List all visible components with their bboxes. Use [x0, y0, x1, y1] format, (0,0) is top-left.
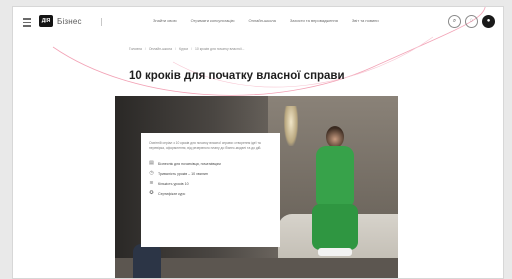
- nav-item-news[interactable]: Звіт та новини: [352, 18, 379, 23]
- breadcrumb-online-school[interactable]: Онлайн-школа: [149, 47, 172, 51]
- nav-item-consultation[interactable]: Отримати консультацію: [191, 18, 235, 23]
- site-header: ДІЯ Бізнес Знайти свою Отримати консульт…: [13, 7, 503, 39]
- hero-guest-figure: [133, 244, 161, 278]
- course-detail-certificate: ✪ Сертифікат курс: [149, 191, 272, 196]
- course-details-list: ▤ Бізнеснік для початківця, початківцям …: [149, 161, 272, 196]
- nav-item-protection[interactable]: Захисти та впровадження: [290, 18, 338, 23]
- clock-icon: ◷: [149, 170, 154, 176]
- course-detail-label: Сертифікат курс: [158, 191, 186, 196]
- main-nav: Знайти свою Отримати консультацію Онлайн…: [153, 18, 379, 23]
- breadcrumb-separator: /: [175, 47, 176, 51]
- page-title: 10 кроків для початку власної справи: [129, 70, 345, 82]
- course-info-card: Освітній серіал з 10 кроків для початку …: [141, 133, 280, 247]
- book-icon: ▤: [149, 160, 154, 166]
- course-detail-label: Кількість уроків 10: [158, 181, 189, 186]
- browser-page: ДІЯ Бізнес Знайти свою Отримати консульт…: [12, 6, 504, 279]
- breadcrumb-home[interactable]: Головна: [129, 47, 142, 51]
- course-detail-label: Тривалість уроків – 10 хвилин: [158, 171, 208, 176]
- hero-lamp: [284, 106, 298, 146]
- breadcrumb: Головна / Онлайн-школа / Курси / 10 крок…: [129, 47, 244, 51]
- search-icon[interactable]: ⌕: [448, 15, 461, 28]
- certificate-icon: ✪: [149, 190, 154, 196]
- breadcrumb-separator: /: [191, 47, 193, 51]
- nav-item-find[interactable]: Знайти свою: [153, 18, 177, 23]
- course-detail-lessons: ≋ Кількість уроків 10: [149, 181, 272, 186]
- globe-icon[interactable]: ◌: [465, 15, 478, 28]
- course-detail-label: Бізнеснік для початківця, початківцям: [158, 161, 221, 166]
- breadcrumb-separator: /: [144, 47, 146, 51]
- hero-speaker-figure: [312, 126, 358, 258]
- user-icon[interactable]: ●: [482, 15, 495, 28]
- logo-text[interactable]: Бізнес: [57, 17, 82, 26]
- menu-icon[interactable]: [23, 18, 31, 27]
- layers-icon: ≋: [149, 180, 154, 186]
- course-description: Освітній серіал з 10 кроків для початку …: [149, 141, 262, 150]
- nav-item-online-school[interactable]: Онлайн-школа: [248, 18, 275, 23]
- breadcrumb-courses[interactable]: Курси: [179, 47, 188, 51]
- logo-divider: [101, 18, 102, 26]
- course-detail-duration: ◷ Тривалість уроків – 10 хвилин: [149, 171, 272, 176]
- diia-logo-mark[interactable]: ДІЯ: [39, 15, 53, 27]
- header-actions: ⌕ ◌ ●: [448, 15, 495, 28]
- breadcrumb-current: 10 кроків для початку власної...: [195, 47, 245, 51]
- course-detail-audience: ▤ Бізнеснік для початківця, початківцям: [149, 161, 272, 166]
